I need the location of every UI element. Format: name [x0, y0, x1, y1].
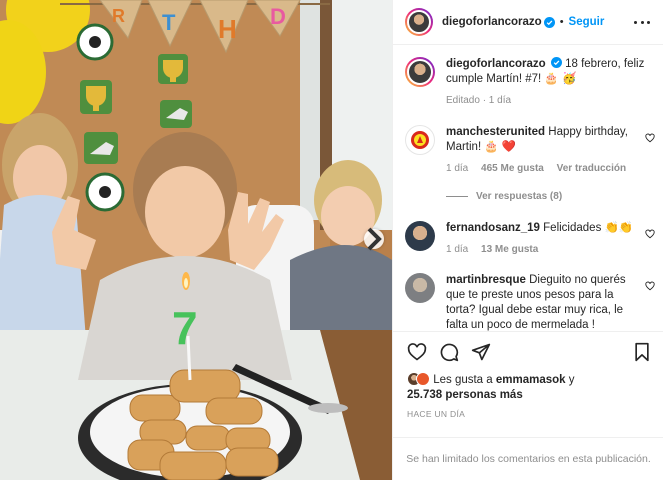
comment-likes[interactable]: 465 Me gusta [481, 163, 544, 174]
post-header: diegoforlancorazo • Seguir [393, 0, 663, 45]
likes-prefix: Les gusta a [433, 374, 493, 386]
post-timestamp[interactable]: HACE UN DÍA [407, 409, 465, 419]
verified-badge-icon [543, 16, 555, 28]
post-photo[interactable]: R T H D 7 [0, 0, 392, 480]
replies-line [446, 196, 468, 197]
heart-outline-icon[interactable] [645, 281, 655, 291]
heart-outline-icon[interactable] [645, 133, 655, 143]
boot-decoration-2 [84, 132, 118, 164]
comment-time: 1 día [446, 244, 469, 255]
comment-time: 1 día [446, 163, 469, 174]
comments-list[interactable]: diegoforlancorazo 18 febrero, feliz cump… [393, 45, 663, 331]
like-heart-icon[interactable] [407, 342, 427, 362]
post-panel: diegoforlancorazo • Seguir diegoforlanco… [392, 0, 663, 480]
caption-meta: Editado · 1 día [446, 95, 512, 106]
comment-body: fernandosanz_19 Felicidades 👏👏 1 día 13 … [446, 221, 646, 257]
comment-text: Felicidades 👏👏 [543, 222, 634, 234]
likes-user[interactable]: emmamasok [496, 374, 566, 386]
comment-username[interactable]: manchesterunited [446, 126, 545, 138]
fernandosanz-avatar[interactable] [405, 221, 435, 251]
chevron-right-icon [367, 227, 382, 251]
carousel-next-button[interactable] [364, 227, 384, 251]
likes-summary: Les gusta a emmamasok y 25.738 personas … [407, 372, 657, 403]
translate-link[interactable]: Ver traducción [557, 163, 626, 174]
candle-number: 7 [172, 302, 198, 354]
share-paper-plane-icon[interactable] [471, 342, 491, 362]
soccer-ball-decoration-2 [85, 172, 125, 212]
caption-avatar[interactable] [405, 57, 435, 87]
save-bookmark-icon[interactable] [632, 342, 652, 362]
verified-badge-icon [550, 57, 562, 68]
banner-letter-h: H [218, 14, 237, 44]
more-options-icon[interactable] [634, 14, 650, 30]
martinbresque-avatar[interactable] [405, 273, 435, 303]
heart-outline-icon[interactable] [645, 229, 655, 239]
comments-limited-notice: Se han limitado los comentarios en esta … [393, 437, 663, 480]
comment-body: manchesterunited Happy birthday, Martin!… [446, 125, 646, 176]
banner-letter-r: R [112, 6, 125, 26]
caption-body: diegoforlancorazo 18 febrero, feliz cump… [446, 57, 646, 108]
manutd-crest-icon [411, 131, 429, 149]
comment-meta: 1 día 465 Me gusta Ver traducción [446, 161, 646, 176]
banner-letter-d: D [270, 4, 286, 29]
follow-button[interactable]: Seguir [569, 16, 605, 28]
trophy-decoration [158, 54, 188, 84]
comment-body: martinbresque Dieguito no querés que te … [446, 273, 646, 331]
boot-decoration [160, 100, 192, 128]
comment-meta: 1 día 13 Me gusta [446, 242, 646, 257]
comment-icon[interactable] [439, 342, 459, 362]
author-avatar[interactable] [405, 8, 433, 36]
caption-username[interactable]: diegoforlancorazo [446, 58, 546, 70]
author-row: diegoforlancorazo • Seguir [442, 16, 604, 28]
birthday-photo: R T H D 7 [0, 0, 392, 480]
view-replies-button[interactable]: Ver respuestas (8) [446, 191, 562, 202]
author-username[interactable]: diegoforlancorazo [442, 16, 542, 28]
view-replies-label: Ver respuestas (8) [476, 191, 563, 202]
action-bar [393, 331, 663, 371]
comment-likes[interactable]: 13 Me gusta [481, 244, 538, 255]
separator-dot: • [559, 16, 564, 28]
banner-letter-t: T [162, 10, 176, 35]
comment-username[interactable]: fernandosanz_19 [446, 222, 540, 234]
trophy-decoration-2 [80, 80, 112, 114]
soccer-ball-decoration [76, 23, 114, 61]
comment-username[interactable]: martinbresque [446, 274, 526, 286]
likes-count[interactable]: 25.738 personas más [407, 389, 523, 401]
likes-joiner: y [568, 374, 575, 386]
liker-avatar[interactable] [416, 372, 430, 386]
manutd-avatar[interactable] [405, 125, 435, 155]
